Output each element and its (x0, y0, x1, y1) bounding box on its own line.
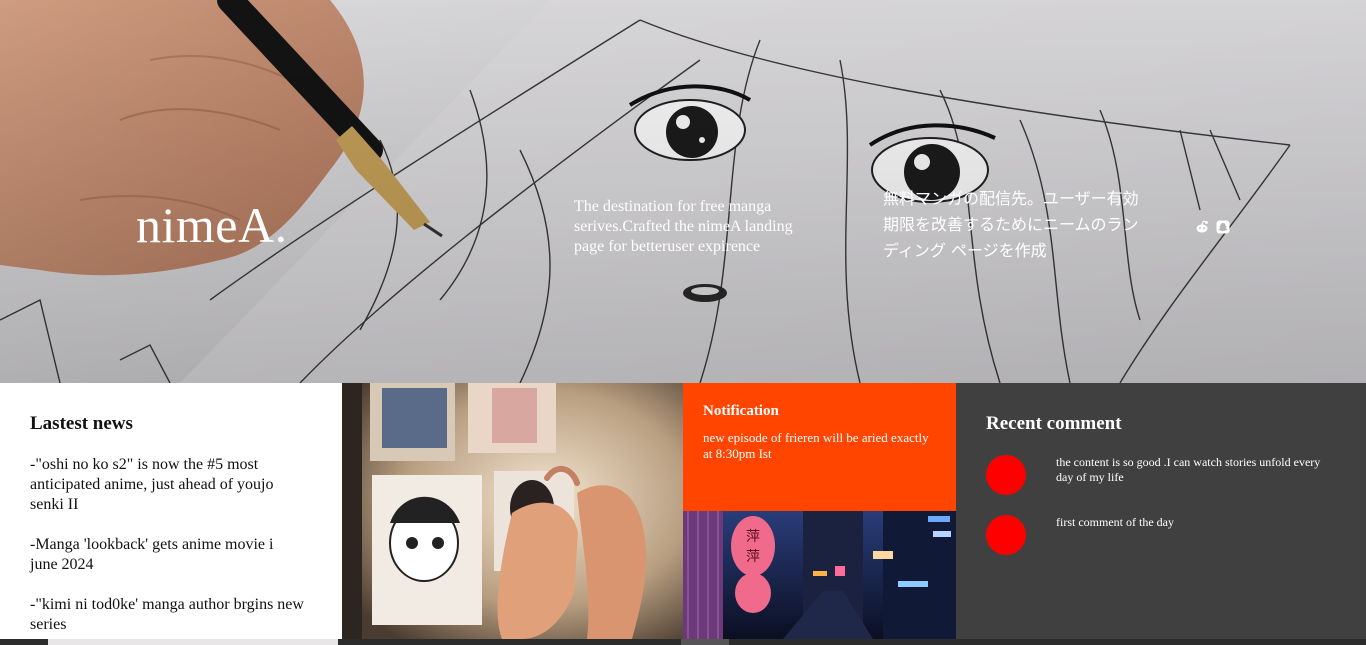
night-street-photo: 萍 萍 (683, 511, 956, 639)
reddit-icon[interactable] (1194, 219, 1209, 234)
svg-text:萍: 萍 (746, 549, 760, 565)
latest-news-title: Lastest news (30, 413, 133, 434)
tagline-japanese: 無料マンガの配信先。ユーザー有効期限を改善するためにニームのランディング ページ… (883, 189, 1139, 260)
hero-banner: nimeA. The destination for free manga se… (0, 0, 1366, 383)
latest-news-panel: Lastest news -"oshi no ko s2" is now the… (0, 383, 342, 639)
manga-wall-photo (342, 383, 683, 639)
comment-text: the content is so good .I can watch stor… (1056, 455, 1321, 484)
bottom-edge (0, 639, 1366, 645)
comment-item: the content is so good .I can watch stor… (986, 455, 1328, 495)
manga-wall-image (342, 383, 683, 639)
news-list: -"oshi no ko s2" is now the #5 most anti… (30, 455, 305, 639)
tagline-english: The destination for free manga serives.C… (574, 198, 793, 255)
recent-comments-title: Recent comment (986, 413, 1122, 434)
brand-logo[interactable]: nimeA. (136, 196, 288, 254)
avatar[interactable] (986, 455, 1026, 495)
comment-item: first comment of the day (986, 515, 1328, 555)
notification-panel: Notification new episode of frieren will… (683, 383, 956, 511)
news-item[interactable]: -"kimi ni tod0ke' manga author brgins ne… (30, 595, 305, 635)
social-links (1194, 219, 1230, 234)
avatar[interactable] (986, 515, 1026, 555)
notification-title: Notification (703, 403, 779, 419)
news-item[interactable]: -Manga 'lookback' gets anime movie i jun… (30, 535, 305, 575)
news-item[interactable]: -"oshi no ko s2" is now the #5 most anti… (30, 455, 305, 515)
recent-comments-panel: Recent comment the content is so good .I… (956, 383, 1366, 639)
manga-drawing-hero-image (0, 0, 1366, 383)
snapchat-icon[interactable] (1215, 219, 1230, 234)
svg-text:萍: 萍 (746, 529, 760, 545)
night-street-image: 萍 萍 (683, 511, 956, 639)
notification-text: new episode of frieren will be aried exa… (703, 430, 929, 461)
comment-text: first comment of the day (1056, 515, 1174, 529)
